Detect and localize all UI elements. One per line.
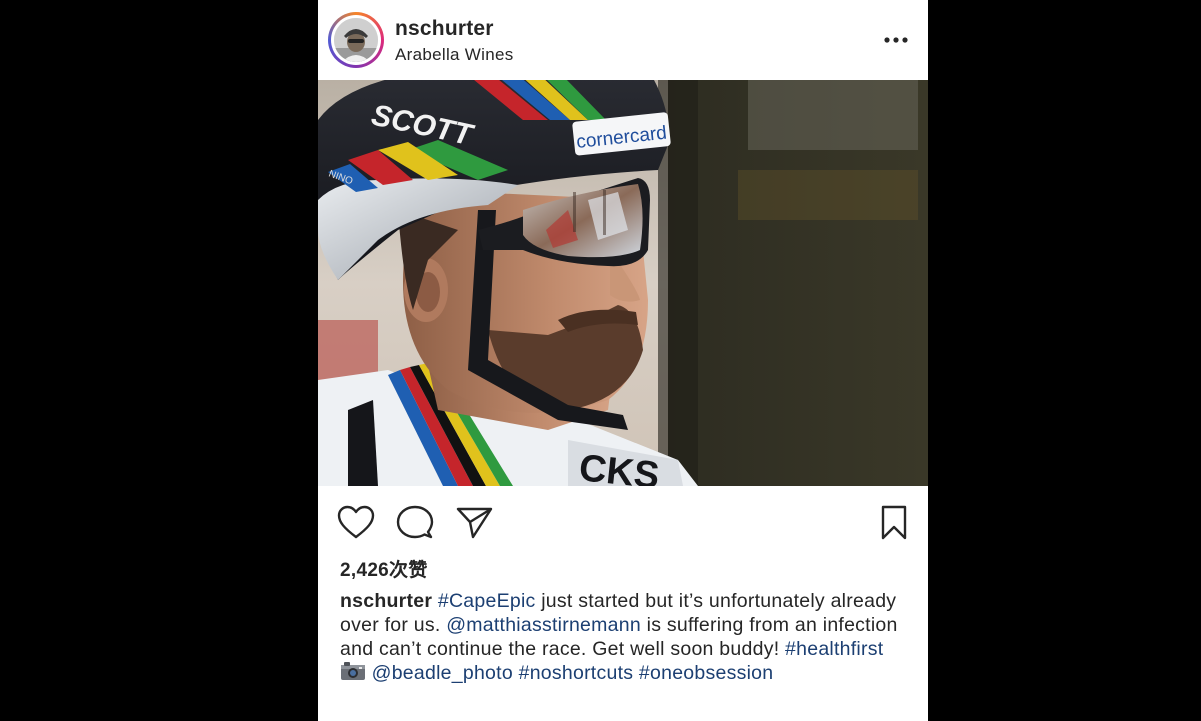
- bookmark-outline-icon: [881, 505, 907, 540]
- post-actions-bar: [318, 486, 928, 558]
- instagram-post: nschurter Arabella Wines CKS SCOTT corne…: [318, 0, 928, 721]
- post-photo[interactable]: CKS SCOTT cornercard NINO: [318, 80, 928, 486]
- comment-bubble-icon: [396, 505, 434, 539]
- share-button[interactable]: [455, 503, 495, 543]
- comment-button[interactable]: [395, 503, 435, 543]
- mention-beadle-photo[interactable]: @beadle_photo: [372, 662, 513, 684]
- hashtag-noshortcuts[interactable]: #noshortcuts: [519, 662, 634, 684]
- more-horizontal-icon: [884, 37, 908, 43]
- more-options-button[interactable]: [878, 28, 914, 52]
- camera-emoji-icon: [340, 661, 366, 687]
- save-button[interactable]: [874, 503, 914, 543]
- like-button[interactable]: [336, 503, 376, 543]
- caption-username[interactable]: nschurter: [340, 590, 432, 612]
- like-count[interactable]: 2,426次赞: [340, 555, 428, 582]
- cyclist-photo: CKS SCOTT cornercard NINO: [318, 80, 928, 486]
- post-location[interactable]: Arabella Wines: [395, 45, 514, 65]
- hashtag-oneobsession[interactable]: #oneobsession: [639, 662, 773, 684]
- post-username[interactable]: nschurter: [395, 17, 494, 41]
- paper-plane-icon: [456, 507, 493, 539]
- avatar[interactable]: [334, 18, 378, 62]
- hashtag-capeepic[interactable]: #CapeEpic: [438, 590, 536, 612]
- hashtag-healthfirst[interactable]: #healthfirst: [785, 638, 883, 660]
- avatar-image: [334, 18, 378, 62]
- mention-matthiasstirnemann[interactable]: @matthiasstirnemann: [446, 614, 641, 636]
- post-caption: nschurter #CapeEpic just started but it’…: [340, 589, 910, 687]
- post-header: nschurter Arabella Wines: [318, 0, 928, 80]
- story-ring[interactable]: [328, 12, 384, 68]
- heart-outline-icon: [337, 505, 375, 539]
